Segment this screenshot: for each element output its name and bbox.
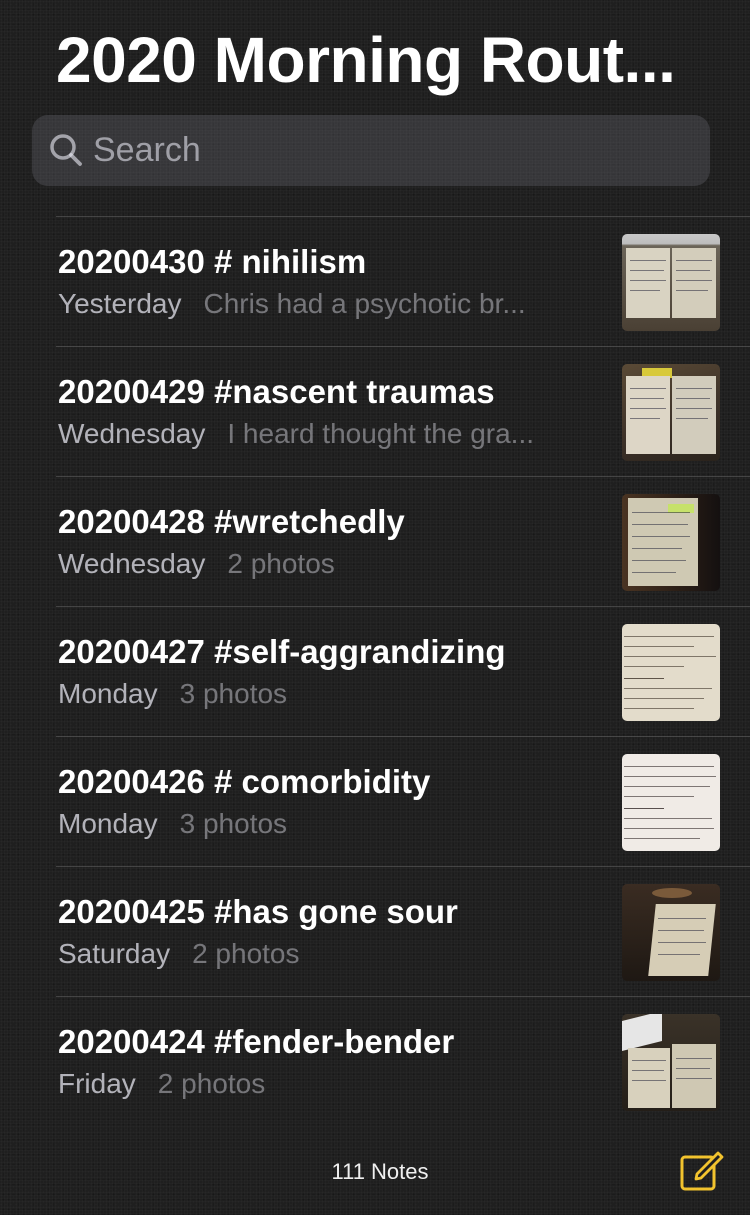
note-date: Friday bbox=[58, 1068, 136, 1099]
note-subline: Monday 3 photos bbox=[58, 805, 588, 843]
note-thumbnail bbox=[622, 884, 720, 981]
note-subline: Wednesday 2 photos bbox=[58, 545, 588, 583]
note-row[interactable]: 20200430 # nihilism Yesterday Chris had a… bbox=[56, 216, 750, 346]
note-title: 20200426 # comorbidity bbox=[58, 763, 431, 800]
search-field[interactable]: Search bbox=[32, 115, 710, 186]
note-subline: Friday 2 photos bbox=[58, 1065, 588, 1103]
note-title: 20200429 #nascent traumas bbox=[58, 373, 495, 410]
note-thumbnail bbox=[622, 494, 720, 591]
note-row[interactable]: 20200427 #self-aggrandizing Monday 3 phot… bbox=[56, 606, 750, 736]
notes-count: 111 Notes bbox=[331, 1159, 429, 1184]
note-row[interactable]: 20200424 #fender-bender Friday 2 photos bbox=[56, 996, 750, 1126]
note-title: 20200430 # nihilism bbox=[58, 243, 367, 280]
note-thumbnail bbox=[622, 234, 720, 331]
note-title: 20200425 #has gone sour bbox=[58, 893, 458, 930]
note-row[interactable]: 20200428 #wretchedly Wednesday 2 photos bbox=[56, 476, 750, 606]
note-subline: Saturday 2 photos bbox=[58, 935, 588, 973]
note-thumbnail bbox=[622, 754, 720, 851]
search-placeholder: Search bbox=[93, 131, 201, 169]
note-snippet: Chris had a psychotic br... bbox=[203, 288, 526, 319]
note-title: 20200424 #fender-bender bbox=[58, 1023, 455, 1060]
note-snippet: 3 photos bbox=[179, 808, 288, 839]
note-row[interactable]: 20200429 #nascent traumas Wednesday I hea… bbox=[56, 346, 750, 476]
note-thumbnail bbox=[622, 364, 720, 461]
notes-list: 20200430 # nihilism Yesterday Chris had a… bbox=[56, 216, 750, 1126]
note-snippet: 2 photos bbox=[192, 938, 300, 969]
note-subline: Yesterday Chris had a psychotic br... bbox=[58, 285, 588, 323]
note-subline: Monday 3 photos bbox=[58, 675, 588, 713]
search-icon bbox=[50, 134, 82, 166]
note-subline: Wednesday I heard thought the gra... bbox=[58, 415, 588, 453]
note-snippet: 2 photos bbox=[157, 1068, 266, 1099]
note-row[interactable]: 20200425 #has gone sour Saturday 2 photos bbox=[56, 866, 750, 996]
note-date: Monday bbox=[58, 808, 158, 839]
page-title: 2020 Morning Rout... bbox=[56, 24, 676, 96]
note-row[interactable]: 20200426 # comorbidity Monday 3 photos bbox=[56, 736, 750, 866]
note-date: Saturday bbox=[58, 938, 171, 969]
note-title: 20200428 #wretchedly bbox=[58, 503, 405, 540]
compose-icon[interactable] bbox=[679, 1146, 725, 1192]
note-date: Monday bbox=[58, 678, 158, 709]
note-snippet: I heard thought the gra... bbox=[227, 418, 535, 449]
note-date: Wednesday bbox=[58, 418, 206, 449]
note-thumbnail bbox=[622, 1014, 720, 1111]
note-snippet: 3 photos bbox=[179, 678, 288, 709]
note-snippet: 2 photos bbox=[227, 548, 335, 579]
note-title: 20200427 #self-aggrandizing bbox=[58, 633, 506, 670]
note-thumbnail bbox=[622, 624, 720, 721]
note-date: Yesterday bbox=[58, 288, 182, 319]
note-date: Wednesday bbox=[58, 548, 206, 579]
